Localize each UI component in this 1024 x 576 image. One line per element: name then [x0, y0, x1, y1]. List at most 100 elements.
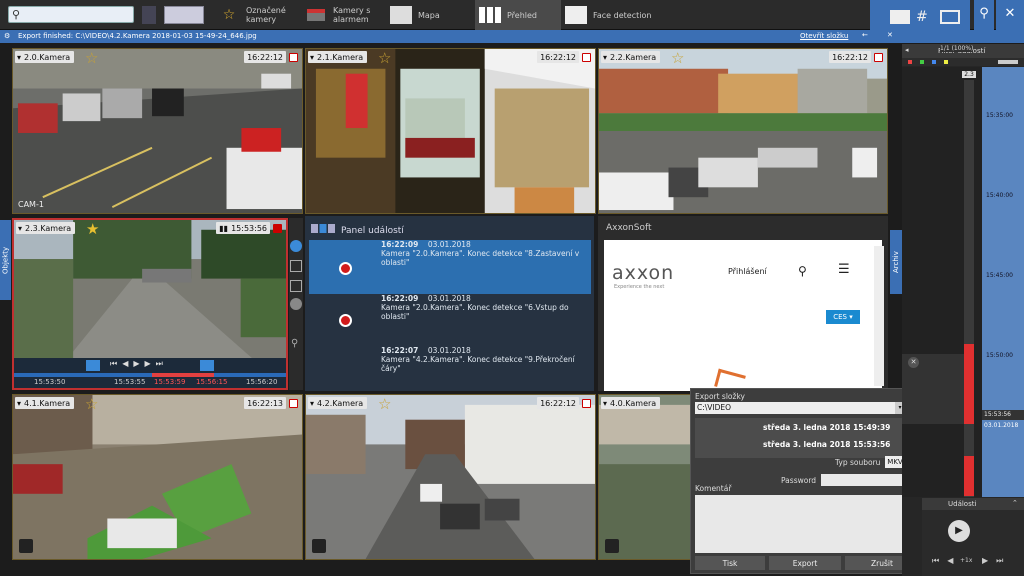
single-view-icon[interactable] [940, 10, 960, 24]
record-icon[interactable] [273, 224, 282, 233]
transport-icons[interactable]: ⏮◀ [932, 556, 961, 566]
web-page[interactable]: axxon Experience the next Přihlášení ⚲ ☰… [604, 240, 882, 394]
map-button[interactable]: Mapa [390, 0, 470, 30]
camera-time: 16:22:12 [537, 397, 579, 409]
favorite-star-icon[interactable]: ☆ [378, 395, 391, 413]
print-button[interactable]: Tisk [695, 556, 765, 570]
grid-view-icon[interactable]: # [916, 9, 928, 25]
current-time: 15:53:56 [982, 410, 1024, 420]
star-icon: ☆ [222, 6, 236, 23]
camera-tile-playback[interactable]: ▾ 2.3.Kamera ★ ▮▮ 15:53:56 ⏮◀▶▶⏭ 15:53:50 … [12, 218, 288, 390]
magnifier-icon[interactable]: ⚲ [291, 338, 298, 349]
filter-color-row[interactable] [902, 58, 1024, 66]
filter-green-icon[interactable] [920, 60, 924, 64]
camera-header[interactable]: ▾ 4.2.Kamera [308, 397, 368, 409]
event-date: 03.01.2018 [427, 294, 471, 303]
end-time[interactable]: středa 3. ledna 2018 15:53:56 [763, 440, 890, 449]
transport-icons[interactable]: ▶⏭ [982, 556, 1011, 566]
hamburger-menu-icon[interactable]: ☰ [838, 262, 850, 277]
expand-icon[interactable]: ⌃ [1012, 499, 1018, 507]
record-icon[interactable] [582, 399, 591, 408]
camera-header[interactable]: ▾ 2.1.Kamera [308, 51, 368, 63]
filter-yellow-icon[interactable] [944, 60, 948, 64]
record-icon[interactable] [874, 53, 883, 62]
record-icon[interactable] [289, 53, 298, 62]
camera-header[interactable]: ▾ 4.1.Kamera [15, 397, 75, 409]
open-folder-link[interactable]: Otevřít složku [800, 32, 848, 40]
favorite-star-icon[interactable]: ☆ [85, 395, 98, 413]
camera-tile[interactable]: ▾ 2.0.Kamera ☆ 16:22:12 CAM-1 [12, 48, 303, 214]
objects-tab[interactable]: Objekty [0, 220, 11, 300]
camera-name: 2.3.Kamera [25, 223, 72, 233]
alarm-icon[interactable] [312, 539, 326, 553]
recording-bar [964, 344, 974, 424]
alarm-cameras-button[interactable]: Kamery s alarmem [305, 0, 385, 30]
camera-feed [599, 49, 887, 213]
layout-grid-icon[interactable] [142, 6, 156, 24]
camera-tile[interactable]: ▾ 2.1.Kamera ☆ 16:22:12 [305, 48, 596, 214]
filter-blue-icon[interactable] [932, 60, 936, 64]
filter-red-icon[interactable] [908, 60, 912, 64]
web-scrollbar[interactable] [874, 246, 884, 386]
timeline-selection[interactable] [152, 373, 214, 377]
zoom-in-icon[interactable] [290, 260, 302, 272]
close-icon[interactable]: ✕ [887, 31, 893, 39]
event-item[interactable]: 16:22:07 03.01.2018 Kamera "4.2.Kamera". … [381, 346, 581, 373]
alarm-icon[interactable] [19, 539, 33, 553]
camera-tile[interactable]: ▾ 4.2.Kamera ☆ 16:22:12 [305, 394, 596, 560]
speed-label: +1x [960, 557, 973, 564]
camera-header[interactable]: ▾ 4.0.Kamera [601, 397, 661, 409]
file-type-label: Typ souboru [835, 458, 881, 467]
play-icon[interactable]: ▶ [948, 520, 970, 542]
comment-field[interactable] [695, 495, 919, 553]
event-date: 03.01.2018 [427, 240, 471, 249]
camera-feed [13, 395, 302, 559]
close-circle-icon[interactable] [290, 298, 302, 310]
camera-tile[interactable]: ▾ 2.2.Kamera ☆ 16:22:12 [598, 48, 888, 214]
arrow-left-icon[interactable]: ← [862, 31, 868, 39]
folder-field[interactable]: C:\VIDEO [695, 402, 895, 414]
archive-tab[interactable]: Archiv [890, 230, 902, 294]
favorite-star-icon[interactable]: ☆ [85, 49, 98, 67]
event-item[interactable]: 16:22:09 03.01.2018 Kamera "2.0.Kamera". … [381, 240, 581, 267]
event-text: Kamera "2.0.Kamera". Konec detekce "6.Vs… [381, 303, 569, 321]
collapse-icon[interactable]: ◂ [905, 46, 909, 54]
list-view-icon[interactable] [890, 10, 910, 24]
start-time[interactable]: středa 3. ledna 2018 15:49:39 [763, 423, 890, 432]
timeline-label: 15:53:59 [154, 378, 186, 386]
fit-icon[interactable] [290, 280, 302, 292]
search-icon[interactable]: ⚲ [798, 264, 807, 278]
download-icon[interactable] [290, 240, 302, 252]
camera-header[interactable]: ▾ 2.0.Kamera [15, 51, 75, 63]
export-button[interactable]: Export [769, 556, 841, 570]
close-range-icon[interactable]: ✕ [908, 357, 919, 368]
filter-toggle[interactable] [998, 60, 1018, 64]
search-mode-icon[interactable]: ⚲ [974, 0, 994, 30]
camera-header[interactable]: ▾ 2.2.Kamera [601, 51, 661, 63]
record-icon[interactable] [289, 399, 298, 408]
export-end-icon[interactable] [200, 360, 214, 371]
favorite-cameras-button[interactable]: ☆ Označené kamery [218, 0, 298, 30]
record-icon[interactable] [582, 53, 591, 62]
favorite-star-icon[interactable]: ☆ [671, 49, 684, 67]
layout-switch-button[interactable] [164, 6, 204, 24]
search-input[interactable]: ⚲ [8, 6, 134, 23]
export-start-icon[interactable] [86, 360, 100, 371]
face-detection-button[interactable]: Face detection [565, 0, 675, 30]
settings-icon[interactable]: ✕ [996, 0, 1024, 30]
timeline-track[interactable] [14, 373, 286, 377]
camera-tile[interactable]: ▾ 4.1.Kamera ☆ 16:22:13 [12, 394, 303, 560]
overview-button[interactable]: Přehled [475, 0, 561, 30]
camera-tile[interactable]: ▾ 4.0.Kamera [598, 394, 692, 560]
ces-button[interactable]: CES ▾ [826, 310, 860, 324]
camera-header[interactable]: ▾ 2.3.Kamera [16, 222, 76, 234]
favorite-star-icon[interactable]: ☆ [378, 49, 391, 67]
folder-label: Export složky [695, 392, 745, 401]
alarm-icon[interactable] [605, 539, 619, 553]
favorite-star-icon[interactable]: ★ [86, 220, 99, 238]
transport-icons[interactable]: ⏮◀▶▶⏭ [110, 359, 168, 369]
login-link[interactable]: Přihlášení [728, 267, 767, 276]
page-info: 1/1 (100%) [940, 45, 974, 52]
event-item[interactable]: 16:22:09 03.01.2018 Kamera "2.0.Kamera". … [381, 294, 581, 321]
timeline-scale[interactable] [982, 67, 1024, 497]
